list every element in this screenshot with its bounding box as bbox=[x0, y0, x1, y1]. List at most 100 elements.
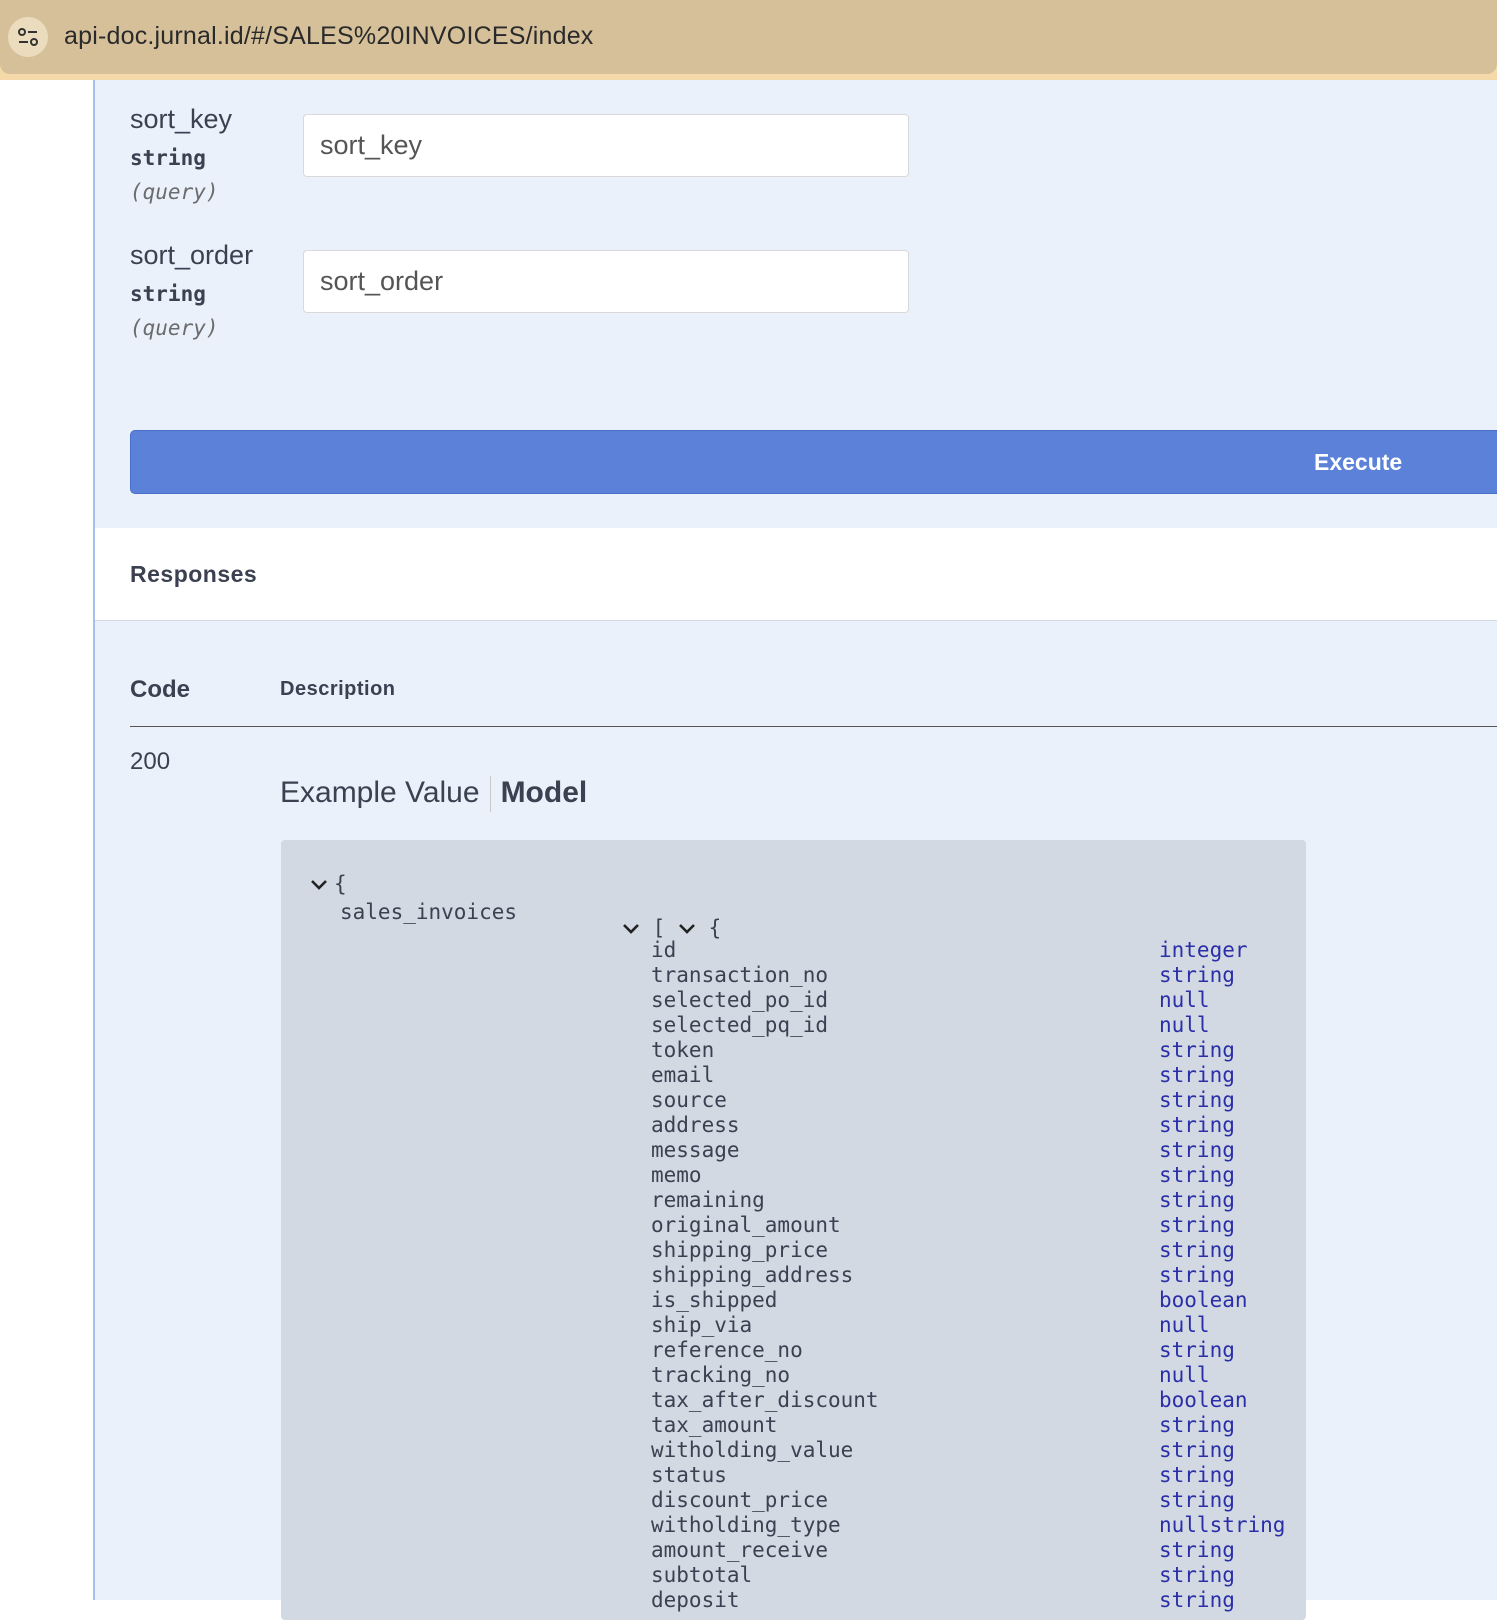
field-type: boolean bbox=[1159, 1288, 1248, 1312]
field-name: deposit bbox=[651, 1588, 740, 1612]
param-type: string bbox=[130, 282, 206, 306]
field-type: string bbox=[1159, 1163, 1235, 1187]
model-field-row: transaction_no string bbox=[651, 963, 1291, 988]
model-field-row: address string bbox=[651, 1113, 1291, 1138]
tab-model[interactable]: Model bbox=[501, 776, 588, 809]
field-name: source bbox=[651, 1088, 727, 1112]
field-type: string bbox=[1159, 1038, 1235, 1062]
table-divider bbox=[130, 726, 1497, 727]
response-code: 200 bbox=[130, 748, 171, 775]
model-field-row: deposit string bbox=[651, 1588, 1291, 1613]
field-type: null bbox=[1159, 1363, 1210, 1387]
field-type: boolean bbox=[1159, 1388, 1248, 1412]
page-left-gutter bbox=[0, 80, 93, 1600]
tab-example-value[interactable]: Example Value bbox=[280, 776, 480, 809]
field-name: remaining bbox=[651, 1188, 765, 1212]
field-name: id bbox=[651, 938, 677, 962]
model-field-row: discount_price string bbox=[651, 1488, 1291, 1513]
field-name: is_shipped bbox=[651, 1288, 778, 1312]
field-type: string bbox=[1159, 1413, 1235, 1437]
field-type: string bbox=[1159, 1463, 1235, 1487]
responses-header: Responses bbox=[95, 528, 1497, 621]
field-type: string bbox=[1159, 1088, 1235, 1112]
field-name: tax_after_discount bbox=[651, 1388, 879, 1412]
model-fields: id integer transaction_no string selected_po… bbox=[651, 938, 1291, 1613]
model-field-row: reference_no string bbox=[651, 1338, 1291, 1363]
field-type: integer bbox=[1159, 938, 1248, 962]
model-field-row: remaining string bbox=[651, 1188, 1291, 1213]
field-type: string bbox=[1159, 1213, 1235, 1237]
execute-label: Execute bbox=[1314, 449, 1403, 475]
sort-order-input[interactable] bbox=[303, 250, 909, 313]
responses-title: Responses bbox=[130, 561, 258, 587]
example-model-tabs: Example Value Model bbox=[280, 776, 588, 813]
field-name: reference_no bbox=[651, 1338, 803, 1362]
field-name: message bbox=[651, 1138, 740, 1162]
model-field-row: id integer bbox=[651, 938, 1291, 963]
field-name: status bbox=[651, 1463, 727, 1487]
field-type: string bbox=[1159, 1063, 1235, 1087]
sort-key-input[interactable] bbox=[303, 114, 909, 177]
model-field-row: tracking_no null bbox=[651, 1363, 1291, 1388]
model-field-row: tax_after_discount boolean bbox=[651, 1388, 1291, 1413]
field-name: shipping_price bbox=[651, 1238, 829, 1262]
model-field-row: selected_po_id null bbox=[651, 988, 1291, 1013]
param-type: string bbox=[130, 146, 206, 170]
tune-icon[interactable] bbox=[8, 17, 48, 57]
field-type: nullstring bbox=[1159, 1513, 1286, 1537]
field-name: token bbox=[651, 1038, 715, 1062]
field-type: null bbox=[1159, 1013, 1210, 1037]
field-name: address bbox=[651, 1113, 740, 1137]
open-brace: { bbox=[334, 872, 347, 896]
array-bracket: [ bbox=[652, 916, 666, 940]
object-brace: { bbox=[708, 916, 722, 940]
browser-address-bar: api-doc.jurnal.id/#/SALES%20INVOICES/ind… bbox=[0, 0, 1497, 80]
chevron-down-icon[interactable] bbox=[622, 922, 640, 936]
field-type: string bbox=[1159, 963, 1235, 987]
model-field-row: amount_receive string bbox=[651, 1538, 1291, 1563]
model-field-row: subtotal string bbox=[651, 1563, 1291, 1588]
field-name: subtotal bbox=[651, 1563, 753, 1587]
model-field-row: selected_pq_id null bbox=[651, 1013, 1291, 1038]
model-field-row: memo string bbox=[651, 1163, 1291, 1188]
chevron-down-icon[interactable] bbox=[310, 878, 328, 892]
model-field-row: token string bbox=[651, 1038, 1291, 1063]
field-type: string bbox=[1159, 1238, 1235, 1262]
model-field-row: source string bbox=[651, 1088, 1291, 1113]
model-field-row: witholding_type nullstring bbox=[651, 1513, 1291, 1538]
param-name: sort_order bbox=[130, 240, 254, 270]
field-name: shipping_address bbox=[651, 1263, 854, 1287]
field-name: ship_via bbox=[651, 1313, 753, 1337]
model-field-row: shipping_price string bbox=[651, 1238, 1291, 1263]
field-name: original_amount bbox=[651, 1213, 841, 1237]
field-name: witholding_value bbox=[651, 1438, 854, 1462]
field-type: string bbox=[1159, 1588, 1235, 1612]
field-name: selected_pq_id bbox=[651, 1013, 829, 1037]
array-toggle[interactable]: [ { bbox=[622, 916, 721, 940]
model-property-name: sales_invoices bbox=[340, 900, 518, 924]
column-header-code: Code bbox=[130, 676, 190, 703]
field-name: memo bbox=[651, 1163, 702, 1187]
field-type: null bbox=[1159, 988, 1210, 1012]
param-name: sort_key bbox=[130, 104, 233, 134]
model-root-toggle[interactable]: { bbox=[310, 872, 347, 896]
field-type: string bbox=[1159, 1538, 1235, 1562]
field-type: null bbox=[1159, 1313, 1210, 1337]
param-location: (query) bbox=[130, 180, 219, 204]
field-name: email bbox=[651, 1063, 715, 1087]
model-field-row: status string bbox=[651, 1463, 1291, 1488]
chevron-down-icon[interactable] bbox=[678, 922, 696, 936]
model-field-row: shipping_address string bbox=[651, 1263, 1291, 1288]
field-type: string bbox=[1159, 1563, 1235, 1587]
field-name: selected_po_id bbox=[651, 988, 829, 1012]
field-type: string bbox=[1159, 1188, 1235, 1212]
field-name: transaction_no bbox=[651, 963, 829, 987]
execute-button[interactable]: Execute bbox=[130, 430, 1497, 494]
model-field-row: is_shipped boolean bbox=[651, 1288, 1291, 1313]
url-field[interactable]: api-doc.jurnal.id/#/SALES%20INVOICES/ind… bbox=[0, 0, 1497, 74]
field-type: string bbox=[1159, 1338, 1235, 1362]
param-location: (query) bbox=[130, 316, 219, 340]
url-text[interactable]: api-doc.jurnal.id/#/SALES%20INVOICES/ind… bbox=[64, 22, 594, 51]
field-type: string bbox=[1159, 1263, 1235, 1287]
column-header-description: Description bbox=[280, 678, 396, 700]
